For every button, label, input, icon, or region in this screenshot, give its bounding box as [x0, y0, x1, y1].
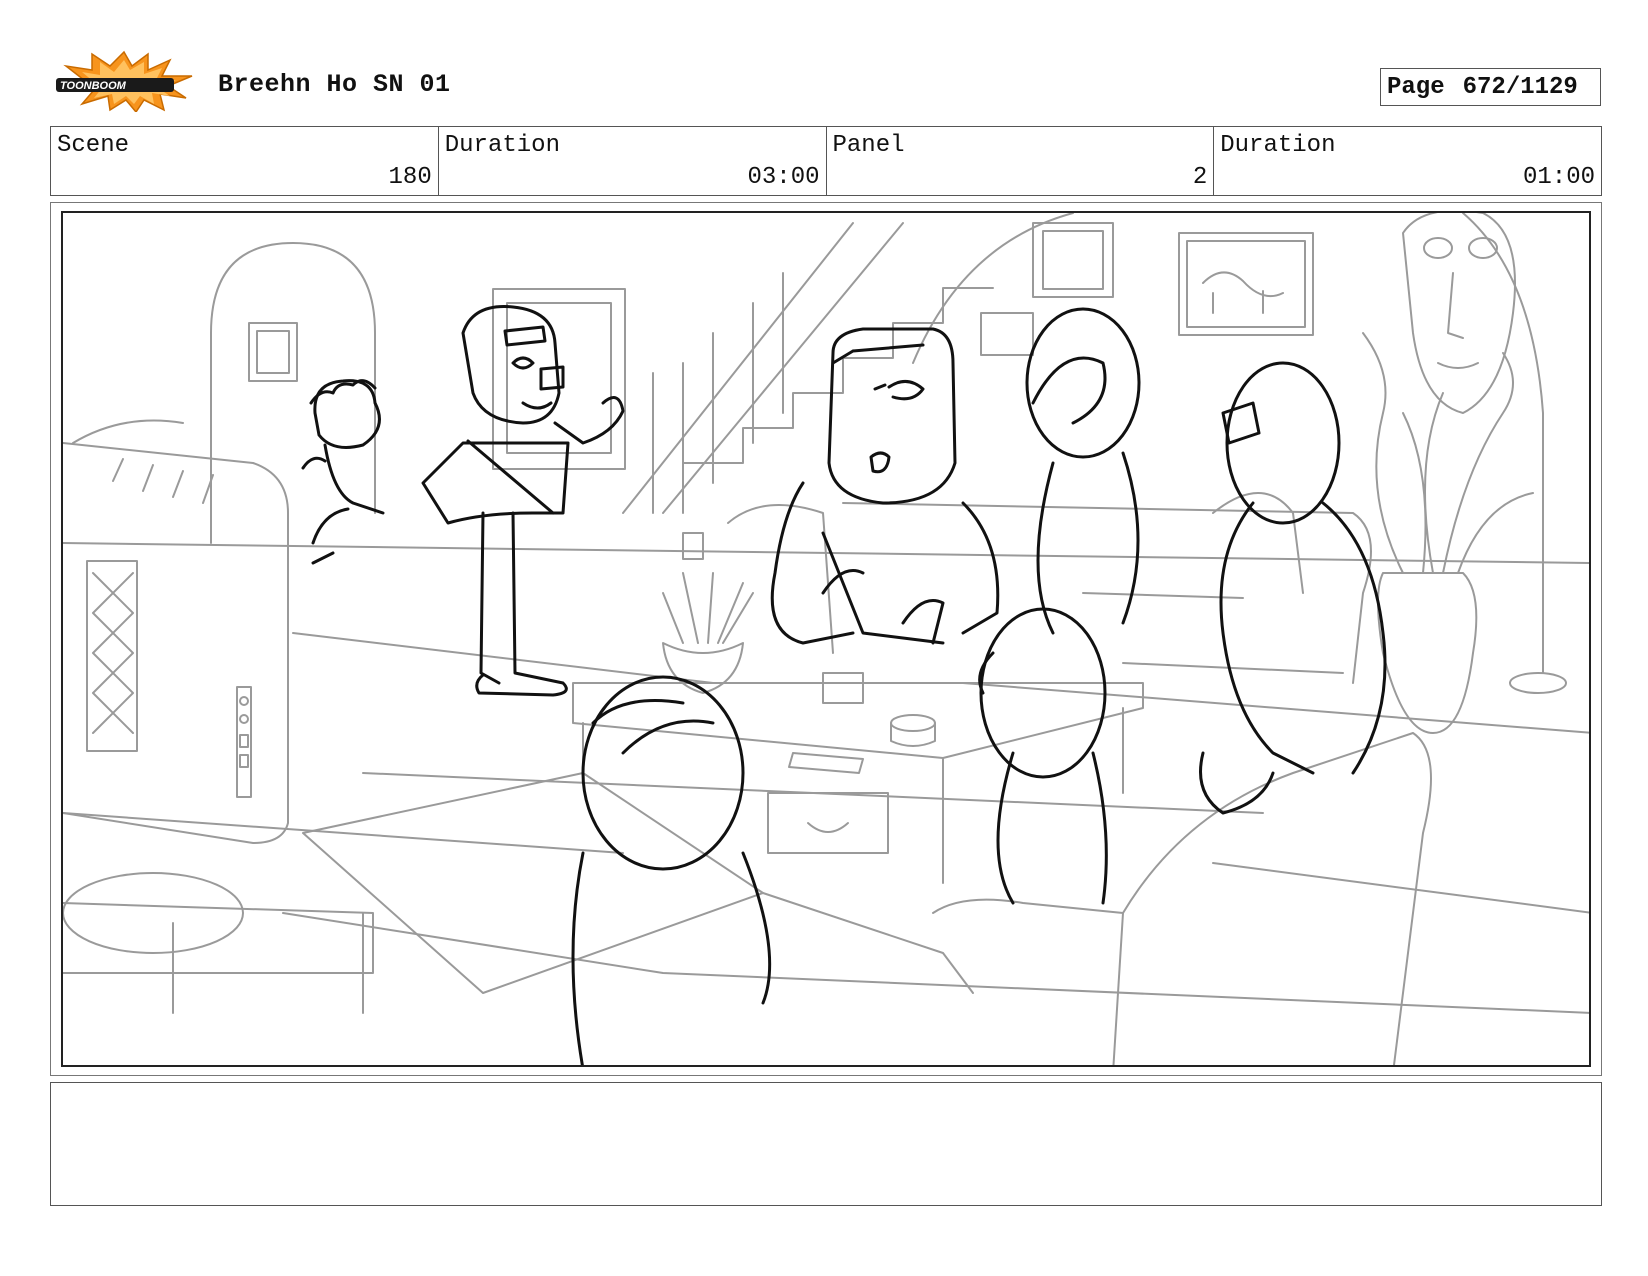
- scene-cell: Scene 180: [51, 127, 439, 195]
- flower-pot: [662, 642, 744, 694]
- panel-duration-label: Duration: [1220, 132, 1336, 159]
- character-sketches: [301, 305, 1387, 1065]
- coffee-table: [572, 682, 1144, 759]
- storyboard-sketch: [63, 213, 1589, 1065]
- scribble-figure-front: [581, 675, 745, 871]
- picture-frame-small: [980, 312, 1034, 356]
- page-value: 672/1129: [1462, 73, 1578, 101]
- document-title: Breehn Ho SN 01: [218, 70, 451, 99]
- tv-back: [63, 442, 289, 844]
- background-layout: [63, 213, 1589, 1065]
- notes-box[interactable]: [50, 1082, 1602, 1206]
- toonboom-logo: TOONBOOM: [56, 50, 193, 112]
- scene-duration-value: 03:00: [747, 164, 820, 191]
- scene-info-row: Scene 180 Duration 03:00 Panel 2 Duratio…: [50, 126, 1602, 196]
- panel-duration-cell: Duration 01:00: [1214, 127, 1601, 195]
- picture-frame-couple: [1032, 222, 1114, 298]
- plant-vase: [1377, 572, 1478, 734]
- panel-duration-value: 01:00: [1522, 164, 1595, 191]
- page-label: Page: [1387, 73, 1445, 101]
- storyboard-panel: [61, 211, 1591, 1067]
- armchair: [932, 732, 1432, 1065]
- page-counter: Page 672/1129: [1380, 68, 1601, 106]
- wall-mask: [1402, 213, 1516, 414]
- panel-label: Panel: [832, 132, 905, 159]
- logo-wordmark: TOONBOOM: [60, 80, 127, 92]
- panel-cell: Panel 2: [827, 127, 1215, 195]
- scene-label: Scene: [57, 132, 130, 159]
- scene-duration-cell: Duration 03:00: [439, 127, 827, 195]
- scene-value: 180: [388, 164, 432, 191]
- arched-doorway: [210, 242, 376, 544]
- panel-value: 2: [1192, 164, 1208, 191]
- scene-duration-label: Duration: [444, 132, 560, 159]
- scribble-figure-right: [1225, 361, 1341, 525]
